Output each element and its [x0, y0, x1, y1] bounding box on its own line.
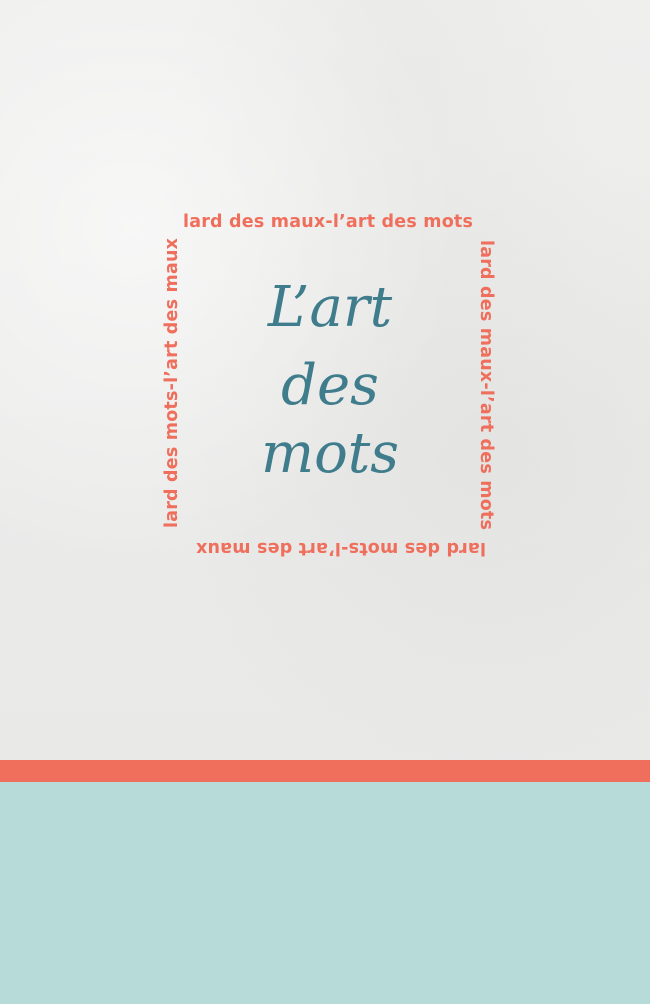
accent-stripe	[0, 760, 650, 782]
frame-text-top: lard des maux-l’art des mots	[183, 212, 474, 232]
title-line-3: mots	[260, 421, 400, 486]
title-line-1: L’art	[267, 275, 393, 340]
title-line-2: des	[281, 353, 379, 418]
frame-text-bottom: lard des mots-l’art des maux	[195, 538, 486, 558]
frame-text-left: lard des mots-l’art des maux	[162, 237, 182, 528]
footer-band	[0, 782, 650, 1004]
